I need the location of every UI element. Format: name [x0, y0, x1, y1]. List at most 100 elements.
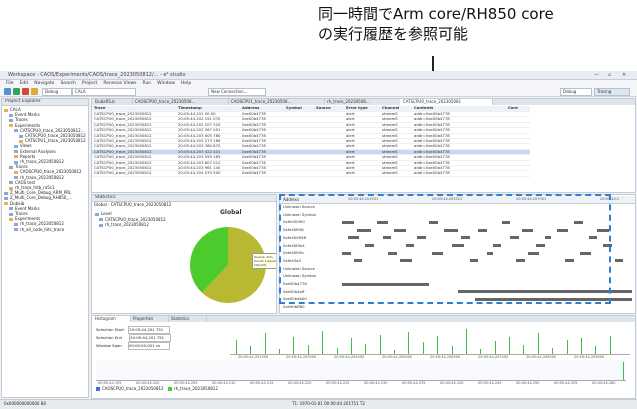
selection-end-label: Selection End: [96, 335, 122, 340]
folder-icon: [4, 108, 8, 112]
histogram-bar: [307, 344, 309, 354]
histogram-bar: [609, 335, 611, 354]
table-cell: [284, 170, 314, 177]
folder-icon: [9, 118, 13, 122]
histogram-tab[interactable]: Statistics: [168, 316, 207, 322]
statistics-tree-item[interactable]: CATSCPU0_trace_2023050812: [99, 217, 166, 222]
statistics-tree-item[interactable]: rh_trace_2023050812: [99, 222, 149, 227]
table-row[interactable]: CATSCPU0_trace_2023050812 20:05:44.204 07…: [92, 170, 530, 177]
statistics-subtitle: Global - CATSCPU0_trace_2023050812: [94, 202, 172, 207]
histogram-bar: [379, 334, 381, 354]
window-title: Workspace - CAOS/Experiments/CAOS/trace_…: [8, 72, 186, 78]
histogram-full-tick: 00:05:44.200: [136, 381, 160, 385]
debug-icon[interactable]: [31, 88, 38, 95]
histogram-bar: [552, 347, 554, 354]
perspective-tracing[interactable]: Tracing: [594, 88, 630, 96]
folder-icon: [14, 150, 18, 154]
menu-edit[interactable]: Edit: [20, 81, 29, 86]
histogram-bar: [595, 346, 597, 354]
timeline-row[interactable]: 0xe00bff80: [280, 304, 635, 310]
selection-start-label: Selection Start: [96, 327, 124, 332]
histogram-bar: [394, 350, 396, 354]
table-cell: 0xe00b4778: [240, 171, 284, 177]
tree-item-label: CATSCPU1_trace_2023050812: [25, 138, 86, 144]
window-span-label: Window Span: [96, 343, 122, 348]
histogram-bar: [494, 341, 496, 354]
folder-icon: [9, 217, 13, 221]
menu-search[interactable]: Search: [60, 81, 75, 86]
legend-label: CAOSCPU0_trace_2023050812: [102, 386, 164, 391]
histogram-zoom-tick: 20:05:44.208500: [526, 355, 557, 359]
statistics-tree-label: Level: [101, 211, 112, 216]
window-span-field[interactable]: 00:00:00.001 ns: [127, 342, 170, 350]
menu-window[interactable]: Window: [157, 81, 175, 86]
histogram-full-tick: 00:05:44.225: [326, 381, 350, 385]
close-icon[interactable]: ✕: [622, 72, 626, 78]
build-icon[interactable]: [13, 88, 20, 95]
histogram-bar: [293, 337, 295, 354]
histogram-full-tick: 00:05:44.235: [402, 381, 426, 385]
new-icon[interactable]: [4, 88, 11, 95]
histogram-zoom-chart[interactable]: [230, 326, 630, 355]
editor-tab[interactable]: CATSCPU0_trace_202305081: [400, 99, 493, 105]
folder-icon: [14, 176, 18, 180]
table-cell: streamS: [380, 171, 412, 177]
editor-tab[interactable]: DubaRS.b: [92, 99, 133, 105]
status-left: 0x000000000000 B0: [4, 401, 47, 406]
maximize-icon[interactable]: ▫: [608, 72, 611, 78]
table-cell: [314, 170, 344, 177]
trace-icon: [99, 218, 103, 221]
menu-renesas-views[interactable]: Renesas Views: [103, 81, 136, 86]
histogram-selection-info: Selection Start 20:05:44.201 751 Selecti…: [96, 326, 172, 350]
editor-tab-bar: DubaRS.b CAOSCPU0_trace_20230508... CAOSCP…: [92, 99, 635, 105]
legend-item: rh_trace_2023050812: [168, 386, 218, 391]
project-select[interactable]: CALA: [72, 88, 136, 96]
histogram-full-tick: 00:05:44.205: [174, 381, 198, 385]
events-table: Trace Timestamp Address Symbol Source Error t…: [92, 106, 530, 177]
folder-icon: [4, 196, 8, 200]
status-right: T1: 1970-01-01 00:00:44.201751 T2: [292, 401, 365, 406]
minimize-icon[interactable]: —: [594, 72, 599, 78]
debug-mode-select[interactable]: Debug: [42, 88, 72, 96]
histogram-zoom-tick: 20:05:44.205000: [382, 355, 413, 359]
table-cell: [506, 170, 530, 177]
timeline-segment[interactable]: [614, 259, 624, 263]
histogram-full-tick: 00:05:44.210: [212, 381, 236, 385]
histogram-tab[interactable]: Histogram: [92, 316, 131, 322]
statistics-tree-item[interactable]: Level: [95, 211, 112, 216]
editor-tab[interactable]: CAOSCPU0_trace_20230508...: [132, 99, 229, 105]
menu-file[interactable]: File: [6, 81, 14, 86]
legend-swatch: [96, 387, 100, 391]
selection-end-field[interactable]: 20:05:44.201 751: [129, 334, 172, 342]
menu-navigate[interactable]: Navigate: [34, 81, 54, 86]
histogram-full-tick: 00:05:44.195: [98, 381, 122, 385]
menu-help[interactable]: Help: [181, 81, 191, 86]
title-bar: Workspace - CAOS/Experiments/CAOS/trace_…: [0, 71, 637, 80]
folder-icon: [19, 139, 23, 143]
editor-tab[interactable]: CAOSCPU1_trace_20230508...: [228, 99, 325, 105]
statistics-tree-label: rh_trace_2023050812: [105, 222, 149, 227]
folder-icon: [14, 222, 18, 226]
callout-line-1: 同一時間でArm core/RH850 core: [318, 5, 554, 23]
launch-target-select[interactable]: New Connection...: [208, 88, 266, 96]
tree-item[interactable]: rh_all_code_hits_trace: [14, 227, 64, 232]
menu-run[interactable]: Run: [143, 81, 152, 86]
project-explorer-pane: Project Explorer CALA Event Marks Traces Ex…: [1, 98, 89, 398]
legend-swatch: [168, 387, 172, 391]
histogram-pane: Histogram Properties Statistics Selection …: [91, 315, 636, 399]
stop-icon[interactable]: [22, 88, 29, 95]
menu-project[interactable]: Project: [82, 81, 97, 86]
folder-icon: [9, 212, 13, 216]
histogram-bar: [365, 343, 367, 354]
editor-tab[interactable]: rh_trace_20230508...: [324, 99, 401, 105]
folder-icon: [14, 170, 18, 174]
statistics-tab[interactable]: Statistics: [92, 195, 276, 202]
histogram-bar: [509, 337, 511, 354]
perspective-debug[interactable]: Debug: [560, 88, 592, 96]
selection-start-field[interactable]: 20:05:44.201 751: [128, 326, 171, 334]
histogram-bar: [264, 333, 266, 354]
histogram-full-chart[interactable]: [96, 360, 626, 381]
histogram-tab[interactable]: Properties: [130, 316, 169, 322]
timeline-row-label: 0xe00bff80: [283, 304, 305, 310]
table-cell: CATSCPU0_trace_2023050812: [92, 171, 176, 177]
